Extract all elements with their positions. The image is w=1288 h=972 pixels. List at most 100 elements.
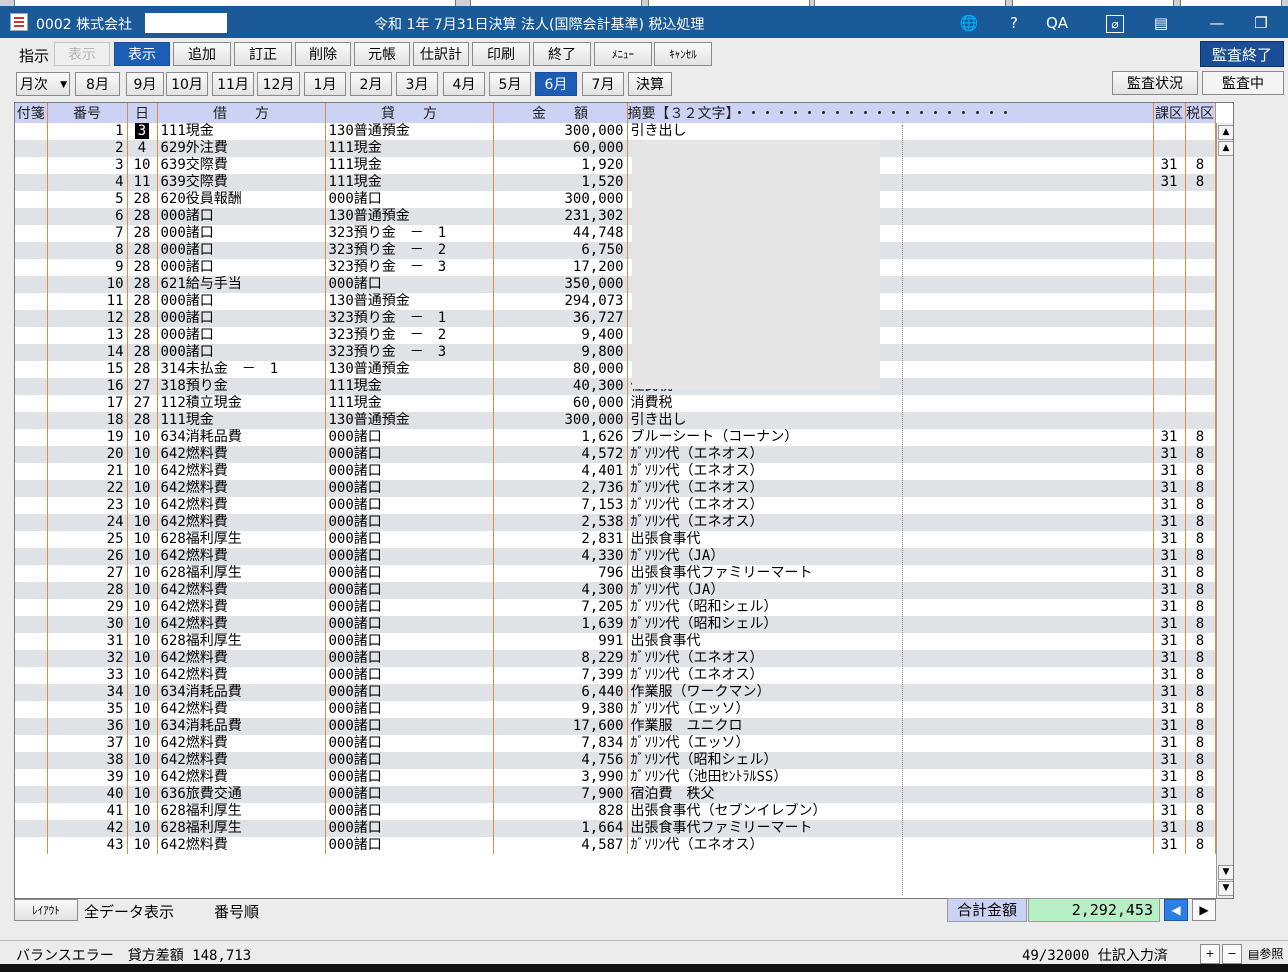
amount-cell[interactable]: 4,756 bbox=[493, 752, 628, 769]
tax-category-cell[interactable] bbox=[1153, 310, 1186, 327]
tax-category-cell[interactable] bbox=[1153, 395, 1186, 412]
table-row[interactable]: 37 10 642燃料費 000諸口 7,834 ｶﾞｿﾘﾝ代（エッソ） 31 8 bbox=[15, 735, 1216, 752]
tax-class-cell[interactable]: 8 bbox=[1185, 803, 1216, 820]
amount-cell[interactable]: 9,800 bbox=[493, 344, 628, 361]
debit-cell[interactable]: 000諸口 bbox=[157, 259, 326, 276]
sticky-cell[interactable] bbox=[15, 123, 48, 140]
day-cell[interactable]: 10 bbox=[127, 701, 158, 718]
tax-category-cell[interactable]: 31 bbox=[1153, 837, 1186, 854]
debit-cell[interactable]: 628福利厚生 bbox=[157, 633, 326, 650]
tax-class-cell[interactable]: 8 bbox=[1185, 174, 1216, 191]
tax-class-cell[interactable]: 8 bbox=[1185, 157, 1216, 174]
table-row[interactable]: 41 10 628福利厚生 000諸口 828 出張食事代（セブンイレブン） 31 8 bbox=[15, 803, 1216, 820]
tax-category-cell[interactable] bbox=[1153, 276, 1186, 293]
tax-category-cell[interactable]: 31 bbox=[1153, 735, 1186, 752]
table-row[interactable]: 14 28 000諸口 323預り金 － 3 9,800 bbox=[15, 344, 1216, 361]
amount-cell[interactable]: 8,229 bbox=[493, 650, 628, 667]
credit-cell[interactable]: 000諸口 bbox=[325, 463, 494, 480]
tax-category-cell[interactable]: 31 bbox=[1153, 786, 1186, 803]
table-row[interactable]: 10 28 621給与手当 000諸口 350,000 bbox=[15, 276, 1216, 293]
debit-cell[interactable]: 634消耗品費 bbox=[157, 684, 326, 701]
tax-category-cell[interactable]: 31 bbox=[1153, 684, 1186, 701]
sticky-cell[interactable] bbox=[15, 480, 48, 497]
table-row[interactable]: 5 28 620役員報酬 000諸口 300,000 bbox=[15, 191, 1216, 208]
day-cell[interactable]: 10 bbox=[127, 752, 158, 769]
table-row[interactable]: 31 10 628福利厚生 000諸口 991 出張食事代 31 8 bbox=[15, 633, 1216, 650]
number-cell[interactable]: 12 bbox=[47, 310, 128, 327]
tax-class-cell[interactable] bbox=[1185, 123, 1216, 140]
scroll-top-icon[interactable]: ▲ bbox=[1218, 125, 1233, 140]
tax-category-cell[interactable]: 31 bbox=[1153, 565, 1186, 582]
month-button-3[interactable]: 11月 bbox=[212, 72, 254, 96]
amount-cell[interactable]: 2,736 bbox=[493, 480, 628, 497]
day-cell[interactable]: 10 bbox=[127, 769, 158, 786]
header-tax-class-col[interactable]: 税区 bbox=[1185, 103, 1216, 123]
header-amount-col[interactable]: 金 額 bbox=[493, 103, 628, 123]
sticky-cell[interactable] bbox=[15, 429, 48, 446]
number-cell[interactable]: 21 bbox=[47, 463, 128, 480]
audit-status-button[interactable]: 監査状況 bbox=[1112, 71, 1198, 95]
tax-category-cell[interactable]: 31 bbox=[1153, 650, 1186, 667]
sticky-cell[interactable] bbox=[15, 497, 48, 514]
day-cell[interactable]: 10 bbox=[127, 463, 158, 480]
tax-class-cell[interactable]: 8 bbox=[1185, 531, 1216, 548]
day-cell[interactable]: 28 bbox=[127, 191, 158, 208]
debit-cell[interactable]: 621給与手当 bbox=[157, 276, 326, 293]
table-row[interactable]: 9 28 000諸口 323預り金 － 3 17,200 bbox=[15, 259, 1216, 276]
amount-cell[interactable]: 300,000 bbox=[493, 191, 628, 208]
table-row[interactable]: 40 10 636旅費交通 000諸口 7,900 宿泊費 秩父 31 8 bbox=[15, 786, 1216, 803]
number-cell[interactable]: 19 bbox=[47, 429, 128, 446]
sticky-cell[interactable] bbox=[15, 157, 48, 174]
debit-cell[interactable]: 642燃料費 bbox=[157, 769, 326, 786]
table-row[interactable]: 21 10 642燃料費 000諸口 4,401 ｶﾞｿﾘﾝ代（エネオス） 31 8 bbox=[15, 463, 1216, 480]
table-row[interactable]: 28 10 642燃料費 000諸口 4,300 ｶﾞｿﾘﾝ代（JA） 31 8 bbox=[15, 582, 1216, 599]
table-row[interactable]: 30 10 642燃料費 000諸口 1,639 ｶﾞｿﾘﾝ代（昭和シェル） 31 8 bbox=[15, 616, 1216, 633]
debit-cell[interactable]: 642燃料費 bbox=[157, 701, 326, 718]
tax-category-cell[interactable]: 31 bbox=[1153, 446, 1186, 463]
number-cell[interactable]: 8 bbox=[47, 242, 128, 259]
debit-cell[interactable]: 642燃料費 bbox=[157, 667, 326, 684]
tax-category-cell[interactable]: 31 bbox=[1153, 463, 1186, 480]
number-cell[interactable]: 5 bbox=[47, 191, 128, 208]
number-cell[interactable]: 31 bbox=[47, 633, 128, 650]
day-cell[interactable]: 10 bbox=[127, 582, 158, 599]
amount-cell[interactable]: 7,153 bbox=[493, 497, 628, 514]
vertical-scrollbar[interactable]: ▲ ▲ ▼ ▼ bbox=[1216, 123, 1233, 898]
amount-cell[interactable]: 7,399 bbox=[493, 667, 628, 684]
credit-cell[interactable]: 000諸口 bbox=[325, 735, 494, 752]
month-button-12[interactable]: 決算 bbox=[628, 72, 672, 96]
memo-cell[interactable]: ｶﾞｿﾘﾝ代（エネオス） bbox=[627, 837, 1154, 854]
sticky-cell[interactable] bbox=[15, 667, 48, 684]
number-cell[interactable]: 30 bbox=[47, 616, 128, 633]
header-number-col[interactable]: 番号 bbox=[47, 103, 128, 123]
amount-cell[interactable]: 300,000 bbox=[493, 412, 628, 429]
credit-cell[interactable]: 111現金 bbox=[325, 395, 494, 412]
tax-class-cell[interactable]: 8 bbox=[1185, 548, 1216, 565]
day-cell[interactable]: 28 bbox=[127, 293, 158, 310]
memo-cell[interactable]: 出張食事代ファミリーマート bbox=[627, 565, 1154, 582]
month-button-2[interactable]: 10月 bbox=[166, 72, 208, 96]
debit-cell[interactable]: 636旅費交通 bbox=[157, 786, 326, 803]
sticky-cell[interactable] bbox=[15, 582, 48, 599]
number-cell[interactable]: 40 bbox=[47, 786, 128, 803]
tax-category-cell[interactable]: 31 bbox=[1153, 803, 1186, 820]
debit-cell[interactable]: 642燃料費 bbox=[157, 616, 326, 633]
tax-class-cell[interactable] bbox=[1185, 361, 1216, 378]
day-cell[interactable]: 4 bbox=[127, 140, 158, 157]
day-cell[interactable]: 10 bbox=[127, 667, 158, 684]
day-cell[interactable]: 10 bbox=[127, 548, 158, 565]
sticky-cell[interactable] bbox=[15, 548, 48, 565]
table-row[interactable]: 17 27 112積立現金 111現金 60,000 消費税 bbox=[15, 395, 1216, 412]
credit-cell[interactable]: 000諸口 bbox=[325, 701, 494, 718]
header-sticky-col[interactable]: 付箋 bbox=[15, 103, 48, 123]
tax-class-cell[interactable]: 8 bbox=[1185, 650, 1216, 667]
tax-category-cell[interactable] bbox=[1153, 242, 1186, 259]
sticky-cell[interactable] bbox=[15, 463, 48, 480]
number-cell[interactable]: 4 bbox=[47, 174, 128, 191]
table-row[interactable]: 24 10 642燃料費 000諸口 2,538 ｶﾞｿﾘﾝ代（エネオス） 31 8 bbox=[15, 514, 1216, 531]
credit-cell[interactable]: 323預り金 － 1 bbox=[325, 225, 494, 242]
debit-cell[interactable]: 628福利厚生 bbox=[157, 803, 326, 820]
memo-cell[interactable]: 作業服 ユニクロ bbox=[627, 718, 1154, 735]
tax-category-cell[interactable] bbox=[1153, 378, 1186, 395]
sticky-cell[interactable] bbox=[15, 786, 48, 803]
